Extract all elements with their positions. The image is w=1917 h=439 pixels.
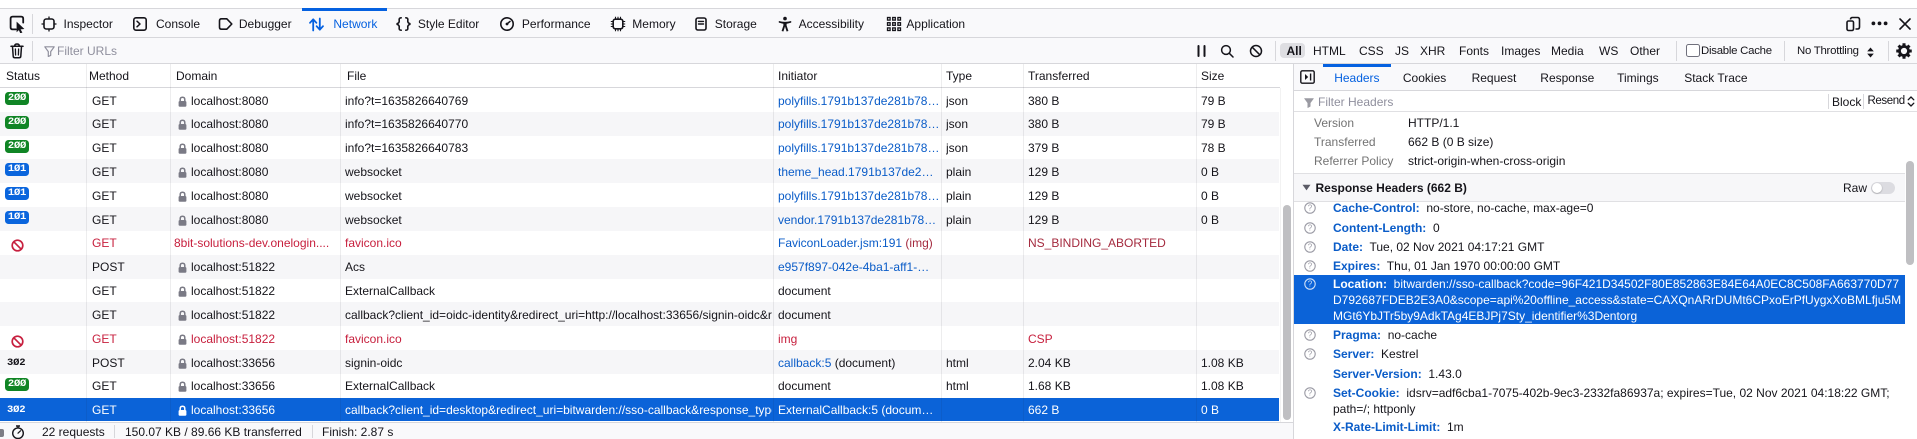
- svg-text:?: ?: [1308, 262, 1313, 271]
- svg-text:?: ?: [1308, 242, 1313, 251]
- svg-text:?: ?: [1308, 331, 1313, 340]
- svg-text:?: ?: [1308, 388, 1313, 397]
- svg-text:?: ?: [1308, 350, 1313, 359]
- svg-text:?: ?: [1308, 280, 1313, 289]
- svg-text:?: ?: [1308, 204, 1313, 213]
- svg-text:?: ?: [1308, 223, 1313, 232]
